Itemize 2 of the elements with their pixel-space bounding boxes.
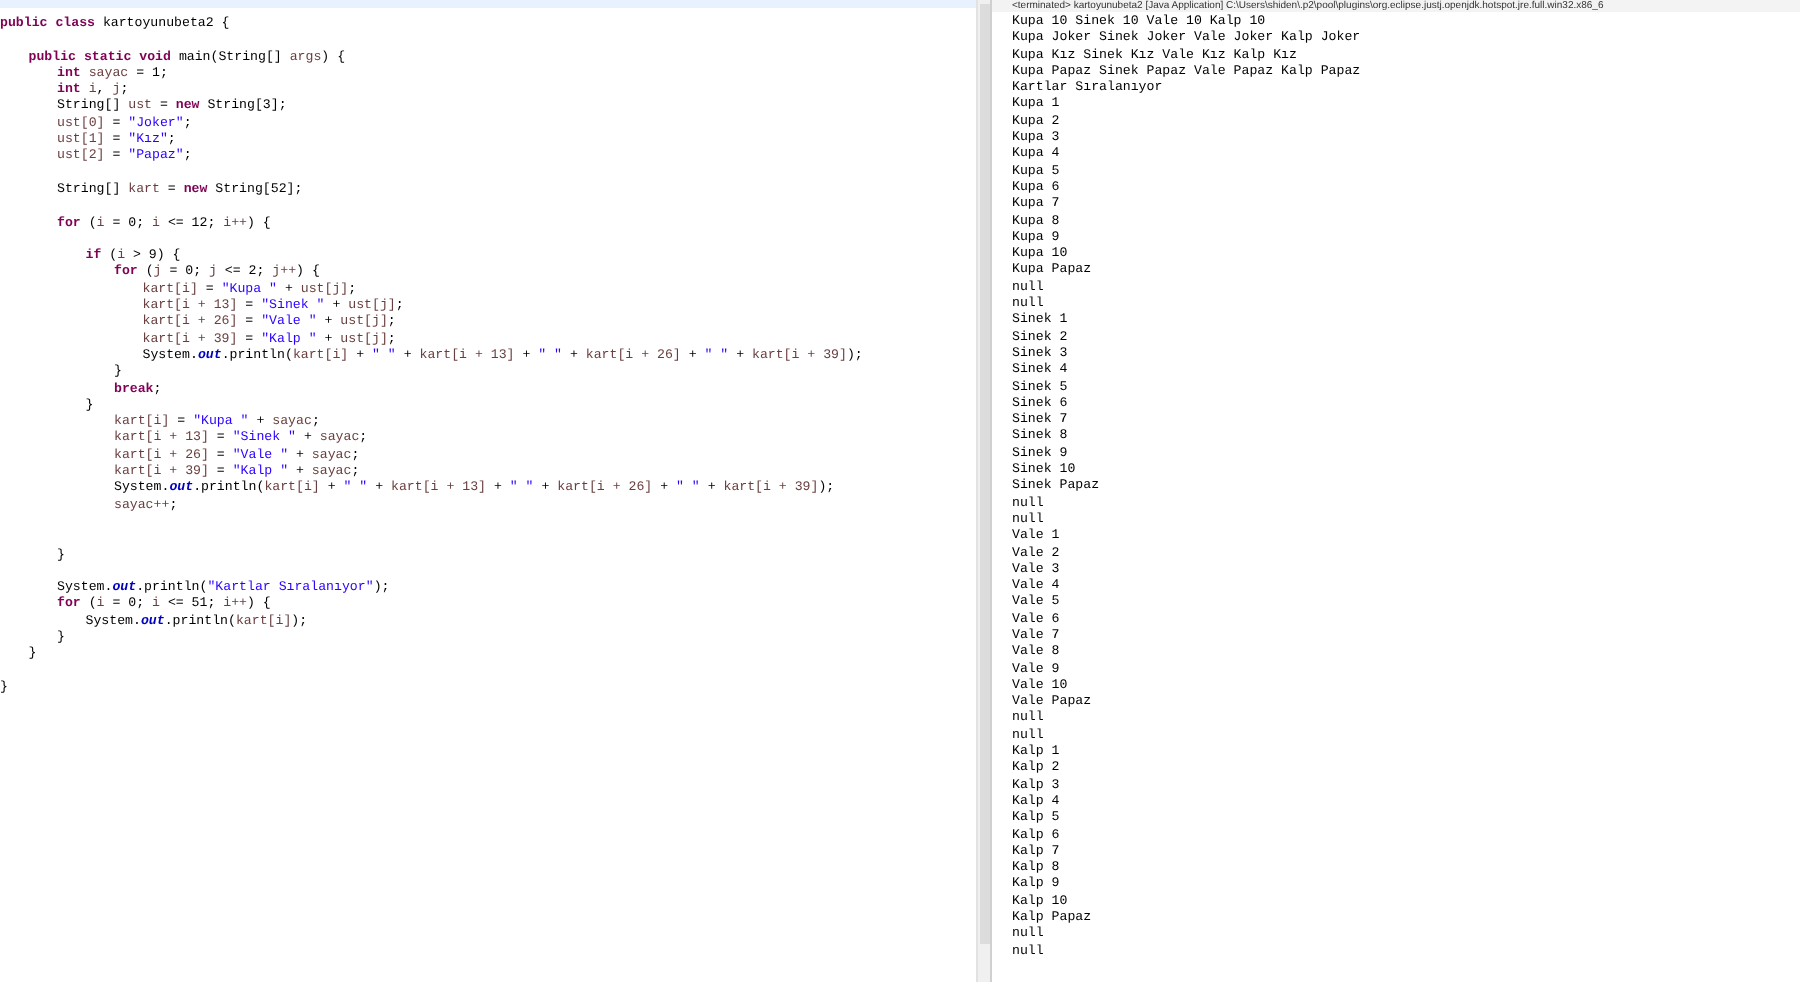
scrollbar[interactable] xyxy=(976,0,990,982)
scrollbar-thumb[interactable] xyxy=(980,4,990,944)
